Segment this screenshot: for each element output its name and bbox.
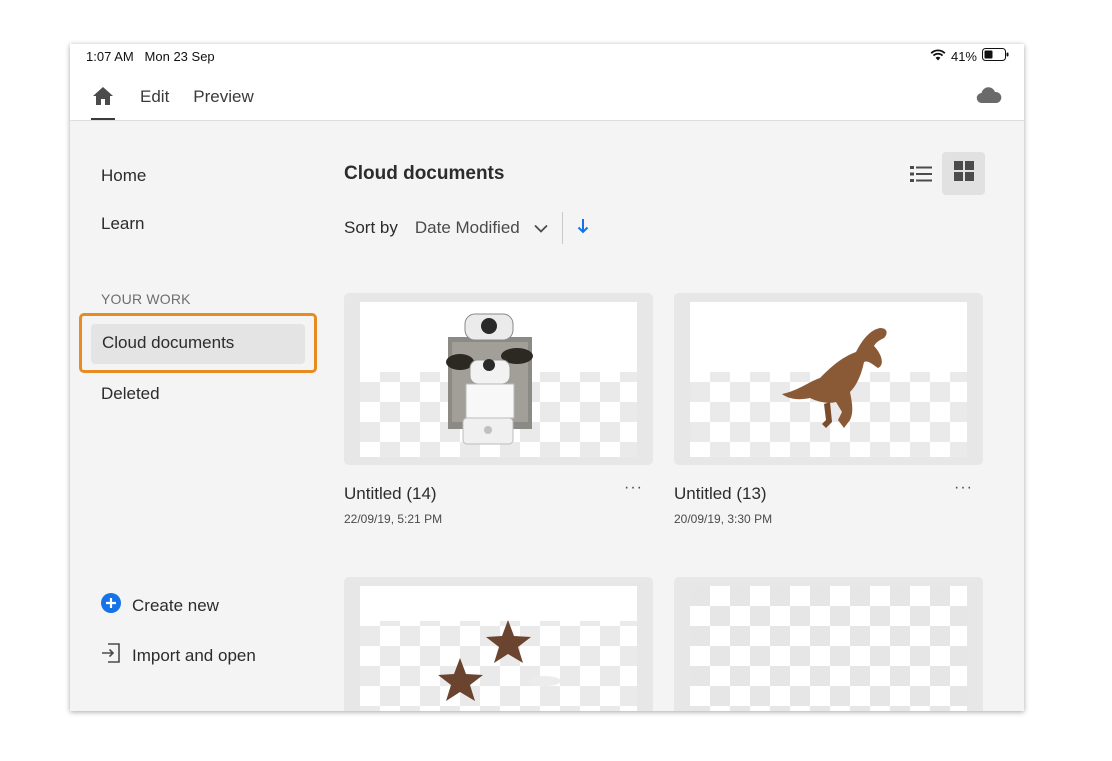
more-icon[interactable]: ···: [954, 479, 973, 497]
cloud-icon[interactable]: [976, 86, 1002, 109]
main-content: Cloud documents Sort by Date Modified Un…: [344, 121, 1024, 711]
thumbnail-image: [690, 302, 967, 457]
more-icon[interactable]: ···: [624, 479, 643, 497]
document-date: 20/09/19, 3:30 PM: [674, 512, 773, 526]
active-tab-indicator: [91, 118, 115, 120]
sidebar-item-cloud-documents[interactable]: Cloud documents: [79, 313, 317, 373]
battery-icon: [982, 48, 1010, 64]
document-name: Untitled (13): [674, 484, 767, 503]
app-window: 1:07 AM Mon 23 Sep 41% Edit Preview Home…: [70, 44, 1024, 711]
sort-controls: Sort by Date Modified: [344, 212, 589, 244]
grid-view-button[interactable]: [942, 152, 985, 195]
create-new-button[interactable]: Create new: [100, 592, 219, 619]
create-new-label: Create new: [132, 595, 219, 615]
sidebar-item-home[interactable]: Home: [101, 166, 146, 186]
document-thumbnail[interactable]: [674, 293, 983, 465]
import-and-open-label: Import and open: [132, 645, 256, 665]
top-nav: Edit Preview: [90, 84, 278, 120]
grid-view-icon: [953, 161, 974, 186]
page-title: Cloud documents: [344, 163, 505, 184]
sort-divider: [561, 212, 563, 244]
status-bar-time: 1:07 AM Mon 23 Sep: [86, 49, 215, 64]
sidebar-item-learn[interactable]: Learn: [101, 214, 144, 234]
tab-preview[interactable]: Preview: [193, 86, 253, 108]
document-thumbnail[interactable]: [344, 293, 653, 465]
status-bar-right: 41%: [930, 48, 1010, 64]
list-view-icon: [910, 165, 932, 188]
home-icon: [92, 86, 114, 111]
list-view-button[interactable]: [906, 161, 936, 191]
thumbnail-image: [360, 302, 637, 457]
section-label-your-work: YOUR WORK: [101, 291, 191, 307]
wifi-icon: [930, 48, 946, 64]
sort-dropdown[interactable]: Date Modified: [415, 218, 520, 238]
sort-arrow-down-icon[interactable]: [577, 218, 589, 239]
document-thumbnail[interactable]: [674, 577, 983, 711]
thumbnail-image: [360, 586, 637, 711]
sidebar-item-label: Cloud documents: [102, 333, 235, 352]
sort-label: Sort by: [344, 218, 398, 237]
plus-circle-icon: [100, 592, 122, 619]
document-date: 22/09/19, 5:21 PM: [344, 512, 443, 526]
status-time: 1:07 AM: [86, 49, 134, 64]
battery-percent: 41%: [950, 48, 977, 64]
import-icon: [100, 642, 122, 669]
sidebar: Home Learn YOUR WORK Cloud documents Del…: [70, 121, 320, 711]
import-and-open-button[interactable]: Import and open: [100, 642, 256, 669]
document-thumbnail[interactable]: [344, 577, 653, 711]
thumbnail-image: [690, 586, 967, 711]
tab-edit[interactable]: Edit: [140, 86, 169, 108]
document-name: Untitled (14): [344, 484, 437, 503]
chevron-down-icon[interactable]: [534, 218, 548, 238]
sidebar-item-deleted[interactable]: Deleted: [101, 384, 160, 404]
top-bar: 1:07 AM Mon 23 Sep 41% Edit Preview: [70, 44, 1024, 121]
status-date: Mon 23 Sep: [144, 49, 215, 64]
tab-home[interactable]: [90, 84, 116, 120]
